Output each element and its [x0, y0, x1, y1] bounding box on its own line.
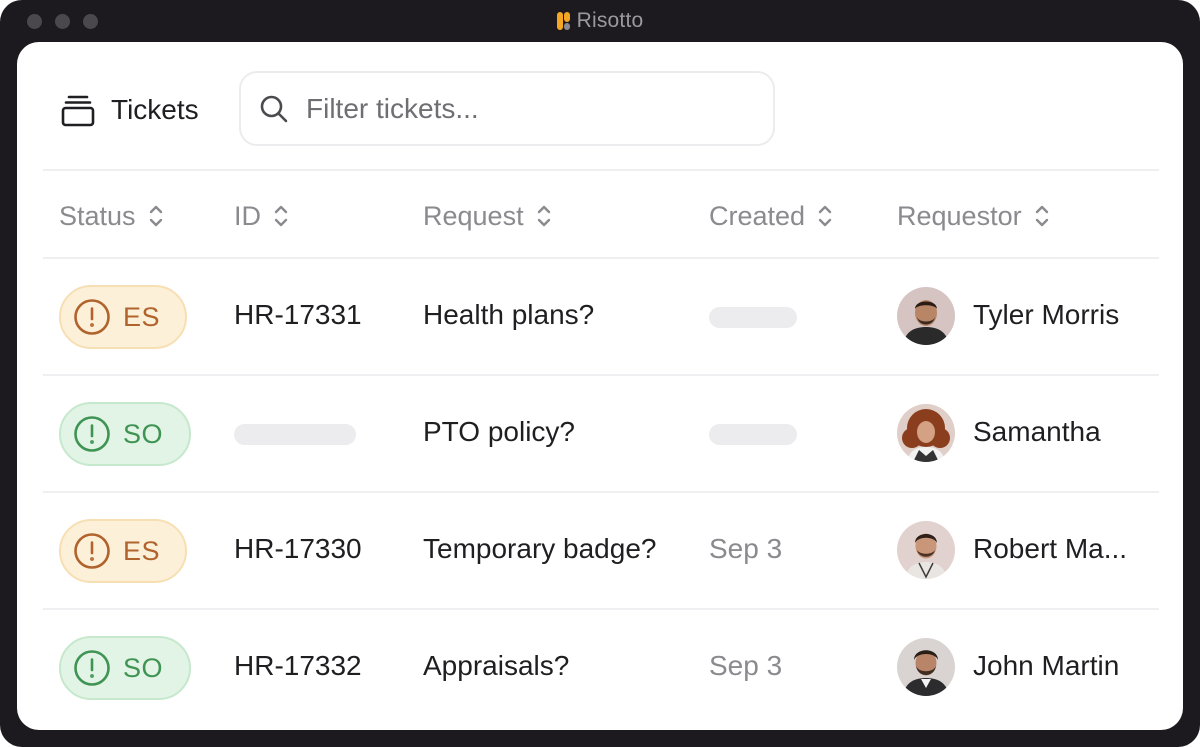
risotto-logo-icon — [556, 12, 570, 30]
column-header-label: Created — [709, 200, 806, 231]
main-window: Tickets Status ID Request Created — [17, 42, 1183, 730]
column-header-status[interactable]: Status — [59, 196, 164, 236]
column-header-requestor[interactable]: Requestor — [897, 196, 1050, 236]
table-row[interactable]: ES HR-17331 Health plans? Tyler Morris — [17, 259, 1183, 374]
tickets-label: Tickets — [111, 94, 199, 125]
created-loading-placeholder — [709, 307, 797, 328]
search-input[interactable] — [306, 92, 746, 125]
column-header-label: Status — [59, 200, 136, 231]
ticket-request: PTO policy? — [423, 416, 575, 447]
sort-chevrons-icon — [1035, 205, 1048, 227]
alert-circle-icon — [74, 650, 110, 686]
table-row[interactable]: ES HR-17330 Temporary badge? Sep 3 Rober… — [17, 493, 1183, 608]
status-code: SO — [123, 418, 164, 449]
search-box[interactable] — [239, 71, 775, 146]
tickets-button[interactable]: Tickets — [61, 90, 199, 130]
sort-chevrons-icon — [149, 205, 162, 227]
ticket-request: Health plans? — [423, 299, 595, 330]
requestor-name: Tyler Morris — [973, 299, 1120, 330]
search-icon — [260, 95, 288, 122]
app-title: Risotto — [0, 9, 1200, 33]
sort-chevrons-icon — [818, 205, 832, 227]
created-date: Sep 3 — [709, 533, 783, 564]
requestor-name: Robert Ma... — [973, 533, 1128, 564]
avatar — [897, 287, 955, 345]
sort-chevrons-icon — [537, 205, 550, 227]
ticket-id: HR-17331 — [234, 299, 362, 330]
divider — [43, 169, 1159, 171]
avatar — [897, 638, 955, 696]
ticket-request: Temporary badge? — [423, 533, 657, 564]
column-header-id[interactable]: ID — [234, 196, 289, 236]
app-frame: Risotto Tickets Sta — [0, 0, 1200, 747]
column-header-label: Request — [423, 200, 524, 231]
created-loading-placeholder — [709, 424, 797, 445]
sort-chevrons-icon — [274, 205, 288, 227]
column-header-request[interactable]: Request — [423, 196, 552, 236]
avatar — [897, 404, 955, 462]
ticket-request: Appraisals? — [423, 650, 570, 681]
app-title-text: Risotto — [576, 9, 644, 32]
alert-circle-icon — [74, 533, 110, 569]
tickets-stack-icon — [61, 95, 95, 127]
ticket-id: HR-17332 — [234, 650, 362, 681]
ticket-id: HR-17330 — [234, 533, 362, 564]
table-row[interactable]: SO PTO policy? Samantha — [17, 376, 1183, 491]
requestor-name: Samantha — [973, 416, 1101, 447]
requestor-name: John Martin — [973, 650, 1120, 681]
status-code: SO — [123, 652, 164, 683]
id-loading-placeholder — [234, 424, 356, 445]
status-code: ES — [123, 301, 161, 332]
alert-circle-icon — [74, 299, 110, 335]
status-code: ES — [123, 535, 161, 566]
toolbar: Tickets — [17, 42, 1183, 170]
status-badge[interactable]: ES — [59, 285, 187, 349]
alert-circle-icon — [74, 416, 110, 452]
column-header-created[interactable]: Created — [709, 196, 833, 236]
status-badge[interactable]: SO — [59, 636, 191, 700]
status-badge[interactable]: ES — [59, 519, 187, 583]
title-bar: Risotto — [0, 0, 1200, 42]
status-badge[interactable]: SO — [59, 402, 191, 466]
avatar — [897, 521, 955, 579]
created-date: Sep 3 — [709, 650, 783, 681]
table-row[interactable]: SO HR-17332 Appraisals? Sep 3 John Marti… — [17, 610, 1183, 725]
column-header-label: Requestor — [897, 200, 1022, 231]
column-header-label: ID — [234, 200, 261, 231]
